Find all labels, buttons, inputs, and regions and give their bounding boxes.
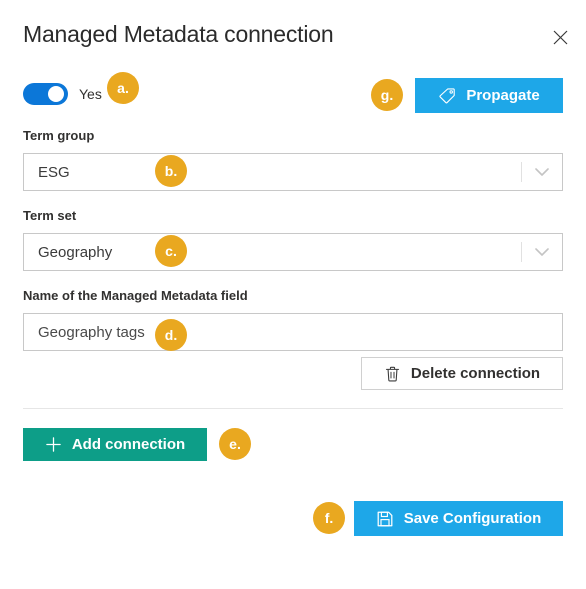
toggle-knob [48, 86, 64, 102]
add-connection-button[interactable]: Add connection [23, 428, 207, 461]
annotation-badge-c: c. [155, 235, 187, 267]
propagate-button[interactable]: Propagate [415, 78, 563, 113]
close-button[interactable] [544, 21, 576, 53]
save-floppy-icon [376, 510, 394, 528]
managed-metadata-connection-panel: Managed Metadata connection Yes Propagat… [0, 0, 586, 589]
field-name-label: Name of the Managed Metadata field [23, 288, 248, 303]
term-set-value: Geography [38, 243, 113, 261]
annotation-badge-a: a. [107, 72, 139, 104]
delete-connection-label: Delete connection [410, 365, 541, 382]
section-divider [23, 408, 563, 409]
delete-connection-button[interactable]: Delete connection [361, 357, 563, 390]
add-connection-label: Add connection [71, 436, 186, 453]
close-icon [553, 30, 568, 45]
enabled-toggle-row: Yes [23, 77, 102, 111]
annotation-badge-b: b. [155, 155, 187, 187]
chevron-down-icon[interactable] [522, 154, 562, 190]
annotation-badge-d: d. [155, 319, 187, 351]
save-configuration-button[interactable]: Save Configuration [354, 501, 563, 536]
propagate-button-label: Propagate [466, 87, 540, 104]
save-configuration-label: Save Configuration [403, 510, 542, 527]
field-name-input[interactable]: Geography tags [23, 313, 563, 351]
plus-icon [45, 436, 62, 453]
term-group-label: Term group [23, 128, 95, 143]
field-name-value: Geography tags [38, 323, 145, 341]
term-set-label: Term set [23, 208, 77, 223]
page-title: Managed Metadata connection [23, 21, 334, 47]
annotation-badge-e: e. [219, 428, 251, 460]
trash-icon [384, 365, 401, 383]
term-group-value: ESG [38, 163, 70, 181]
chevron-down-icon[interactable] [522, 234, 562, 270]
annotation-badge-g: g. [371, 79, 403, 111]
enabled-toggle[interactable] [23, 83, 68, 105]
annotation-badge-f: f. [313, 502, 345, 534]
enabled-toggle-label: Yes [79, 86, 102, 102]
term-group-select[interactable]: ESG [23, 153, 563, 191]
panel-header: Managed Metadata connection [0, 0, 586, 62]
term-set-select[interactable]: Geography [23, 233, 563, 271]
tag-icon [438, 87, 456, 105]
